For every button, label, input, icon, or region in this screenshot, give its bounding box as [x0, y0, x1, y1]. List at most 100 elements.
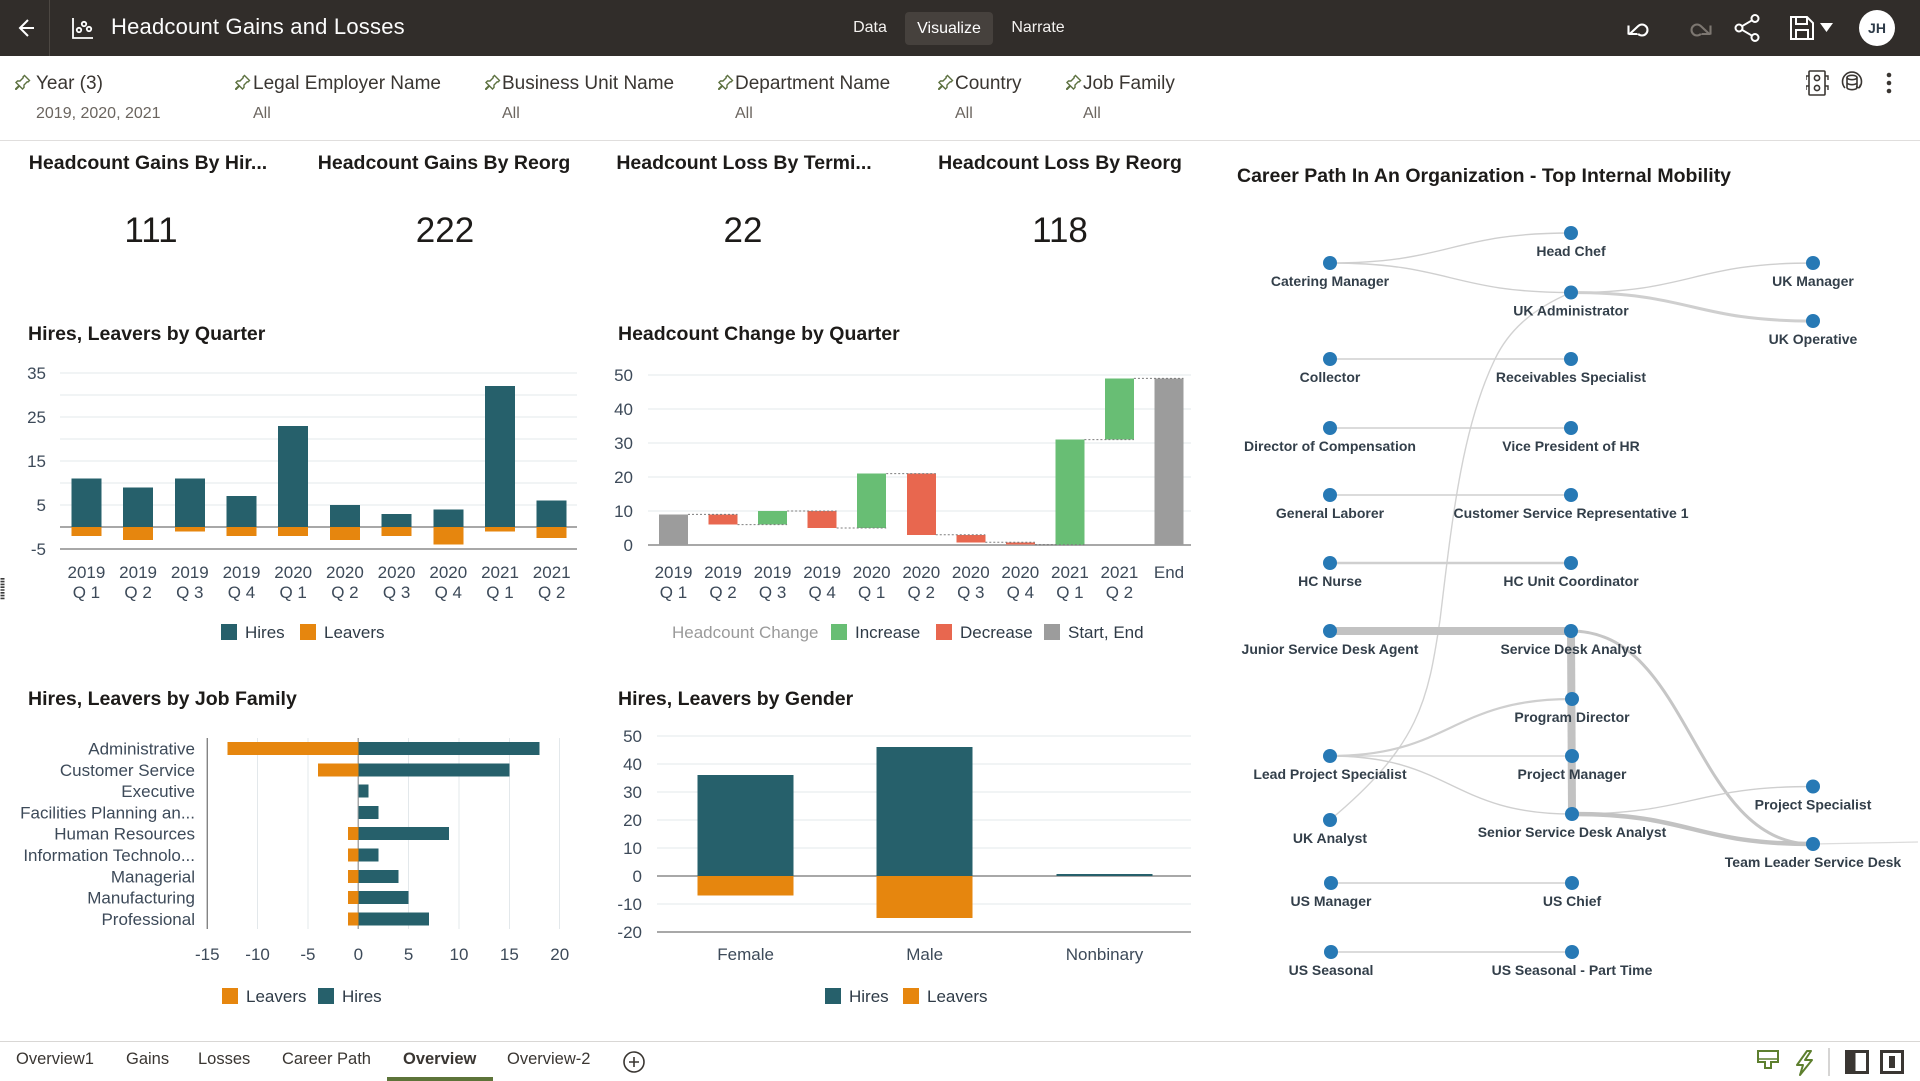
svg-text:Q 2: Q 2 — [908, 583, 935, 602]
svg-text:2020: 2020 — [429, 563, 467, 582]
svg-text:20: 20 — [623, 811, 642, 830]
svg-text:Headcount Loss By Termi...: Headcount Loss By Termi... — [616, 152, 871, 174]
svg-text:Hires, Leavers by Job Family: Hires, Leavers by Job Family — [28, 688, 297, 710]
svg-text:2019: 2019 — [754, 563, 792, 582]
svg-text:40: 40 — [614, 400, 633, 419]
svg-text:Project Manager: Project Manager — [1518, 766, 1627, 782]
svg-text:Headcount Change: Headcount Change — [672, 623, 819, 642]
svg-text:50: 50 — [614, 366, 633, 385]
svg-text:Q 1: Q 1 — [73, 583, 100, 602]
svg-text:Q 4: Q 4 — [1007, 583, 1034, 602]
svg-text:25: 25 — [27, 408, 46, 427]
svg-text:Hires: Hires — [342, 987, 382, 1006]
svg-text:Senior Service Desk Analyst: Senior Service Desk Analyst — [1478, 824, 1667, 840]
svg-text:HC Unit Coordinator: HC Unit Coordinator — [1503, 573, 1639, 589]
svg-text:Professional: Professional — [101, 910, 195, 929]
svg-text:50: 50 — [623, 727, 642, 746]
svg-text:Lead Project Specialist: Lead Project Specialist — [1253, 766, 1407, 782]
svg-text:30: 30 — [614, 434, 633, 453]
svg-text:Head Chef: Head Chef — [1536, 243, 1606, 259]
svg-text:5: 5 — [404, 945, 413, 964]
svg-text:Customer Service Representativ: Customer Service Representative 1 — [1454, 505, 1689, 521]
svg-text:Administrative: Administrative — [88, 740, 195, 759]
svg-text:30: 30 — [623, 783, 642, 802]
svg-text:Start, End: Start, End — [1068, 623, 1144, 642]
svg-text:Headcount Gains By Reorg: Headcount Gains By Reorg — [318, 152, 570, 174]
svg-text:Q 4: Q 4 — [435, 583, 462, 602]
svg-text:Catering Manager: Catering Manager — [1271, 273, 1390, 289]
svg-text:Headcount Change by Quarter: Headcount Change by Quarter — [618, 323, 900, 345]
svg-text:2020: 2020 — [952, 563, 990, 582]
svg-text:Q 1: Q 1 — [1056, 583, 1083, 602]
svg-text:Leavers: Leavers — [927, 987, 987, 1006]
svg-text:Leavers: Leavers — [246, 987, 306, 1006]
svg-text:Director of Compensation: Director of Compensation — [1244, 438, 1416, 454]
svg-text:118: 118 — [1032, 211, 1088, 250]
svg-text:Q 1: Q 1 — [660, 583, 687, 602]
svg-text:Program Director: Program Director — [1514, 709, 1630, 725]
svg-text:2019: 2019 — [803, 563, 841, 582]
svg-text:22: 22 — [724, 211, 763, 250]
svg-text:15: 15 — [500, 945, 519, 964]
svg-text:End: End — [1154, 563, 1184, 582]
svg-text:Facilities Planning an...: Facilities Planning an... — [20, 803, 195, 822]
svg-text:0: 0 — [633, 867, 642, 886]
svg-text:2020: 2020 — [274, 563, 312, 582]
svg-text:UK Operative: UK Operative — [1769, 331, 1858, 347]
svg-text:Nonbinary: Nonbinary — [1066, 945, 1144, 964]
svg-text:Q 4: Q 4 — [228, 583, 255, 602]
svg-text:US Chief: US Chief — [1543, 893, 1602, 909]
svg-text:Leavers: Leavers — [324, 623, 384, 642]
svg-text:10: 10 — [614, 502, 633, 521]
svg-text:Decrease: Decrease — [960, 623, 1033, 642]
svg-text:0: 0 — [624, 536, 633, 555]
svg-text:General Laborer: General Laborer — [1276, 505, 1385, 521]
svg-text:40: 40 — [623, 755, 642, 774]
svg-text:35: 35 — [27, 364, 46, 383]
svg-text:Q 1: Q 1 — [486, 583, 513, 602]
svg-text:2019: 2019 — [655, 563, 693, 582]
svg-text:Headcount Gains By Hir...: Headcount Gains By Hir... — [29, 152, 267, 174]
svg-text:2020: 2020 — [853, 563, 891, 582]
svg-text:Managerial: Managerial — [111, 867, 195, 886]
svg-text:-10: -10 — [245, 945, 270, 964]
svg-text:Vice President of HR: Vice President of HR — [1502, 438, 1639, 454]
svg-text:10: 10 — [623, 839, 642, 858]
svg-text:Manufacturing: Manufacturing — [87, 889, 195, 908]
svg-text:Hires: Hires — [849, 987, 889, 1006]
svg-text:5: 5 — [37, 496, 46, 515]
svg-text:222: 222 — [416, 211, 474, 250]
svg-text:Increase: Increase — [855, 623, 920, 642]
svg-text:-10: -10 — [617, 895, 642, 914]
svg-text:Q 2: Q 2 — [331, 583, 358, 602]
svg-text:2019: 2019 — [171, 563, 209, 582]
svg-text:Team Leader Service Desk: Team Leader Service Desk — [1725, 854, 1902, 870]
svg-text:Q 3: Q 3 — [383, 583, 410, 602]
svg-text:20: 20 — [614, 468, 633, 487]
svg-text:Q 3: Q 3 — [759, 583, 786, 602]
svg-text:2021: 2021 — [1101, 563, 1139, 582]
svg-text:15: 15 — [27, 452, 46, 471]
svg-text:2019: 2019 — [119, 563, 157, 582]
svg-text:UK Administrator: UK Administrator — [1513, 303, 1629, 319]
svg-text:2019: 2019 — [67, 563, 105, 582]
svg-text:-5: -5 — [300, 945, 315, 964]
svg-text:Male: Male — [906, 945, 943, 964]
svg-text:Hires: Hires — [245, 623, 285, 642]
svg-text:Q 3: Q 3 — [176, 583, 203, 602]
svg-text:Q 4: Q 4 — [808, 583, 835, 602]
svg-text:-5: -5 — [31, 540, 46, 559]
svg-text:Hires, Leavers by Gender: Hires, Leavers by Gender — [618, 688, 854, 710]
svg-text:0: 0 — [354, 945, 363, 964]
svg-text:Q 2: Q 2 — [1106, 583, 1133, 602]
svg-text:UK Manager: UK Manager — [1772, 273, 1854, 289]
svg-text:Q 1: Q 1 — [858, 583, 885, 602]
svg-text:HC Nurse: HC Nurse — [1298, 573, 1362, 589]
svg-text:Information Technolo...: Information Technolo... — [23, 846, 195, 865]
svg-text:Career Path In An Organization: Career Path In An Organization - Top Int… — [1237, 165, 1731, 187]
svg-text:US Seasonal - Part Time: US Seasonal - Part Time — [1492, 962, 1653, 978]
svg-text:Q 2: Q 2 — [124, 583, 151, 602]
svg-text:2021: 2021 — [481, 563, 519, 582]
svg-text:Q 1: Q 1 — [279, 583, 306, 602]
svg-text:Q 3: Q 3 — [957, 583, 984, 602]
